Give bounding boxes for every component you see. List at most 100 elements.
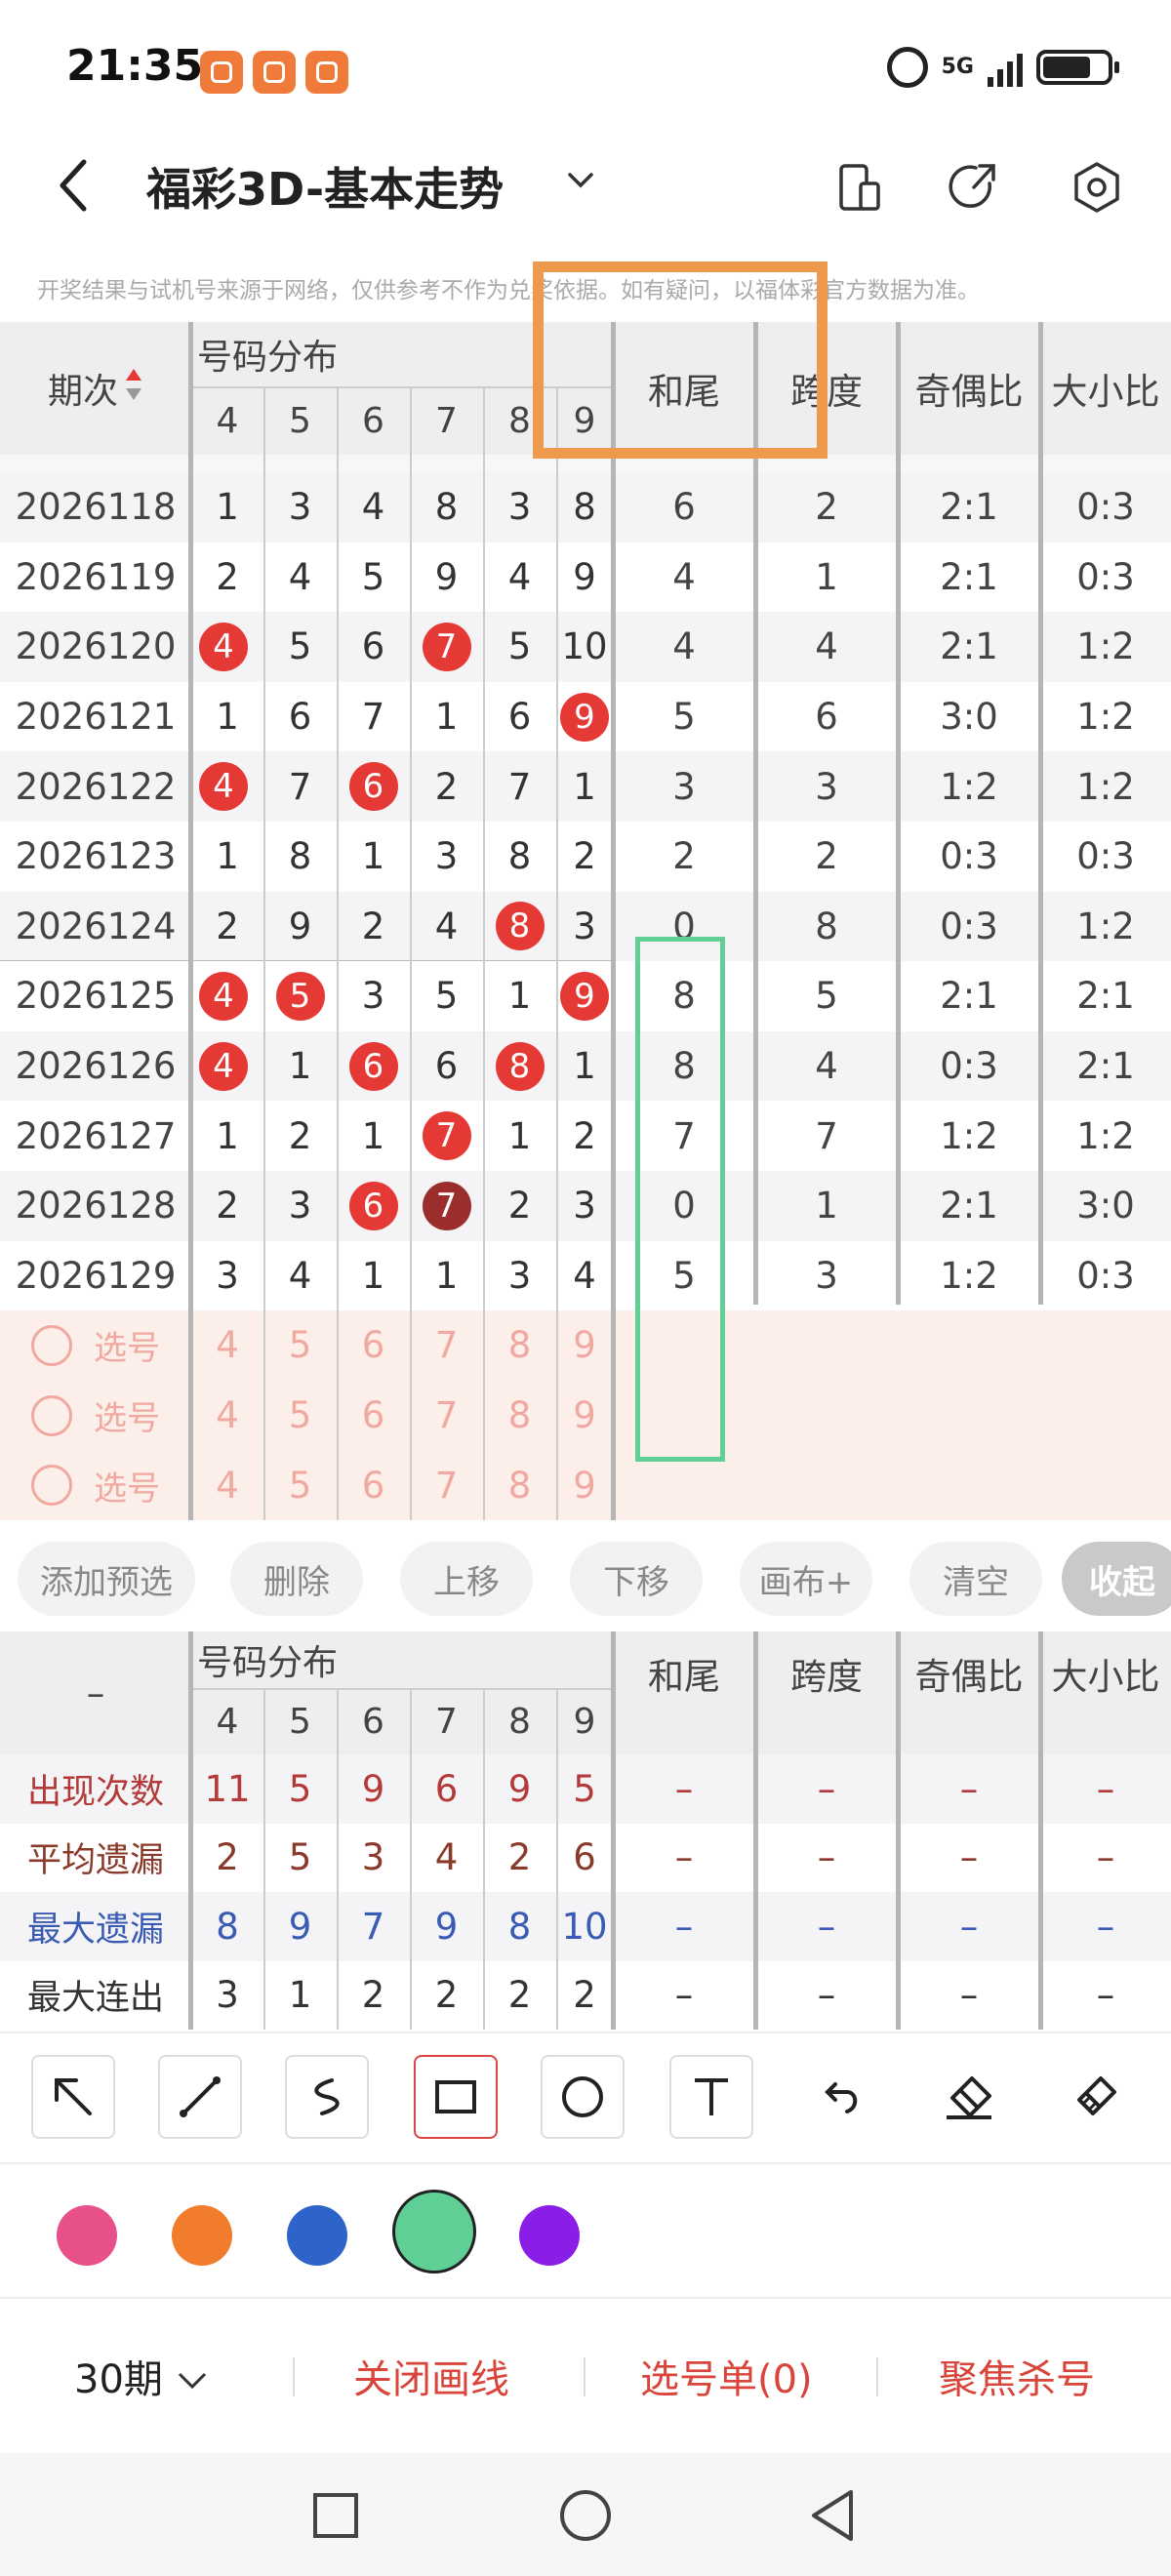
color-swatch-green-selected[interactable] [392,2190,476,2274]
pick-digit[interactable]: 7 [410,1310,483,1381]
pick-digit[interactable]: 6 [337,1450,410,1520]
chevron-down-icon[interactable] [564,164,597,197]
miss-count: 1 [434,1254,459,1297]
hit-ball: 8 [495,902,545,951]
radio-icon [31,1465,72,1507]
back-icon[interactable] [55,156,94,215]
stats-dash: – [959,1836,979,1879]
stats-row-label: 最大连出 [26,1979,164,2019]
delete-button[interactable]: 删除 [230,1542,363,1616]
pick-digit[interactable]: 6 [337,1310,410,1381]
device-switch-icon[interactable] [831,160,886,215]
collapse-button[interactable]: 收起 [1062,1542,1171,1616]
hit-ball-cell: 9 [556,961,613,1031]
pick-row-selector[interactable]: 选号 [0,1310,191,1381]
row-bs: 1:2 [1076,696,1135,739]
title-bar: 福彩3D-基本走势 [0,137,1171,244]
pick-digit[interactable]: 7 [410,1381,483,1451]
miss-count: 2 [573,835,596,878]
focus-kill-button[interactable]: 聚焦杀号 [939,2348,1095,2404]
hit-ball: 6 [348,1181,398,1230]
undo-icon[interactable] [798,2055,882,2139]
stats-value: 9 [361,1767,385,1810]
column-divider-thick [1038,322,1043,1306]
row-tail: 4 [672,625,696,668]
color-swatch-purple[interactable] [519,2205,580,2266]
miss-count: 6 [434,1045,459,1088]
move-down-button[interactable]: 下移 [570,1542,703,1616]
share-icon[interactable] [947,160,1001,215]
digit-column-header: 9 [573,1701,596,1742]
stats-row-label: 平均遗漏 [26,1841,164,1881]
hit-ball: 8 [495,1041,545,1091]
recent-apps-icon[interactable] [310,2490,361,2541]
close-draw-button[interactable]: 关闭画线 [353,2348,509,2404]
settings-icon[interactable] [1070,160,1124,215]
color-swatch-pink[interactable] [57,2205,117,2266]
home-icon[interactable] [558,2488,613,2543]
freehand-tool-icon[interactable] [285,2055,369,2139]
pick-digit[interactable]: 4 [191,1450,263,1520]
miss-count: 4 [288,1254,312,1297]
hit-ball: 9 [560,692,609,742]
color-swatch-orange[interactable] [172,2205,232,2266]
stats-value: 5 [573,1767,596,1810]
miss-count: 8 [288,835,312,878]
column-header-issue[interactable]: 期次 [0,322,191,455]
pick-digit[interactable]: 9 [556,1450,613,1520]
line-tool-icon[interactable] [158,2055,242,2139]
period-selector[interactable]: 30期 [74,2348,209,2404]
row-oe: 0:3 [940,1045,998,1088]
status-bar: 21:35 5G [0,0,1171,137]
stats-value: 5 [288,1767,312,1810]
row-tail: 6 [672,486,696,529]
miss-count: 1 [216,835,239,878]
pick-label: 选号 [94,1329,160,1369]
column-header-big-small[interactable]: 大小比 [1040,322,1171,455]
pick-list-button[interactable]: 选号单(0) [640,2348,813,2404]
rectangle-tool-icon[interactable] [414,2055,498,2139]
pick-digit[interactable]: 9 [556,1310,613,1381]
clear-button[interactable]: 清空 [909,1542,1042,1616]
digit-column-header: 6 [362,1701,384,1742]
column-divider-thick [188,322,193,1520]
pick-digit[interactable]: 8 [483,1381,556,1451]
move-up-button[interactable]: 上移 [400,1542,533,1616]
row-span: 4 [815,625,838,668]
issue-number: 2026122 [15,765,177,808]
pick-digit[interactable]: 5 [263,1450,337,1520]
eraser-icon[interactable] [927,2055,1011,2139]
circle-tool-icon[interactable] [541,2055,625,2139]
pick-row-selector[interactable]: 选号 [0,1381,191,1451]
hit-ball: 6 [348,1041,398,1091]
row-bs: 1:2 [1076,905,1135,947]
pick-row-selector[interactable]: 选号 [0,1450,191,1520]
pick-digit[interactable]: 7 [410,1450,483,1520]
row-tail: 5 [672,696,696,739]
hit-ball-cell: 7 [410,612,483,682]
column-divider-thick [896,322,901,1306]
column-divider [337,1688,339,2030]
pick-digit[interactable]: 8 [483,1310,556,1381]
add-preselect-button[interactable]: 添加预选 [18,1542,195,1616]
pick-digit[interactable]: 8 [483,1450,556,1520]
pick-digit[interactable]: 4 [191,1381,263,1451]
canvas-add-button[interactable]: 画布+ [740,1542,872,1616]
pick-digit[interactable]: 5 [263,1310,337,1381]
pick-digit[interactable]: 4 [191,1310,263,1381]
color-swatch-blue[interactable] [287,2205,347,2266]
text-tool-icon[interactable] [669,2055,753,2139]
issue-number: 2026120 [15,625,177,668]
pick-digit[interactable]: 6 [337,1381,410,1451]
column-header-odd-even[interactable]: 奇偶比 [898,322,1040,455]
miss-count: 4 [434,905,459,947]
back-nav-icon[interactable] [806,2488,861,2543]
pick-digit[interactable]: 5 [263,1381,337,1451]
page-title[interactable]: 福彩3D-基本走势 [146,154,504,219]
arrow-tool-icon[interactable] [31,2055,115,2139]
issue-number: 2026128 [15,1185,177,1228]
clear-canvas-brush-icon[interactable] [1054,2055,1138,2139]
pick-digit[interactable]: 9 [556,1381,613,1451]
stats-value: 8 [507,1905,532,1948]
system-navigation-bar [0,2453,1171,2576]
